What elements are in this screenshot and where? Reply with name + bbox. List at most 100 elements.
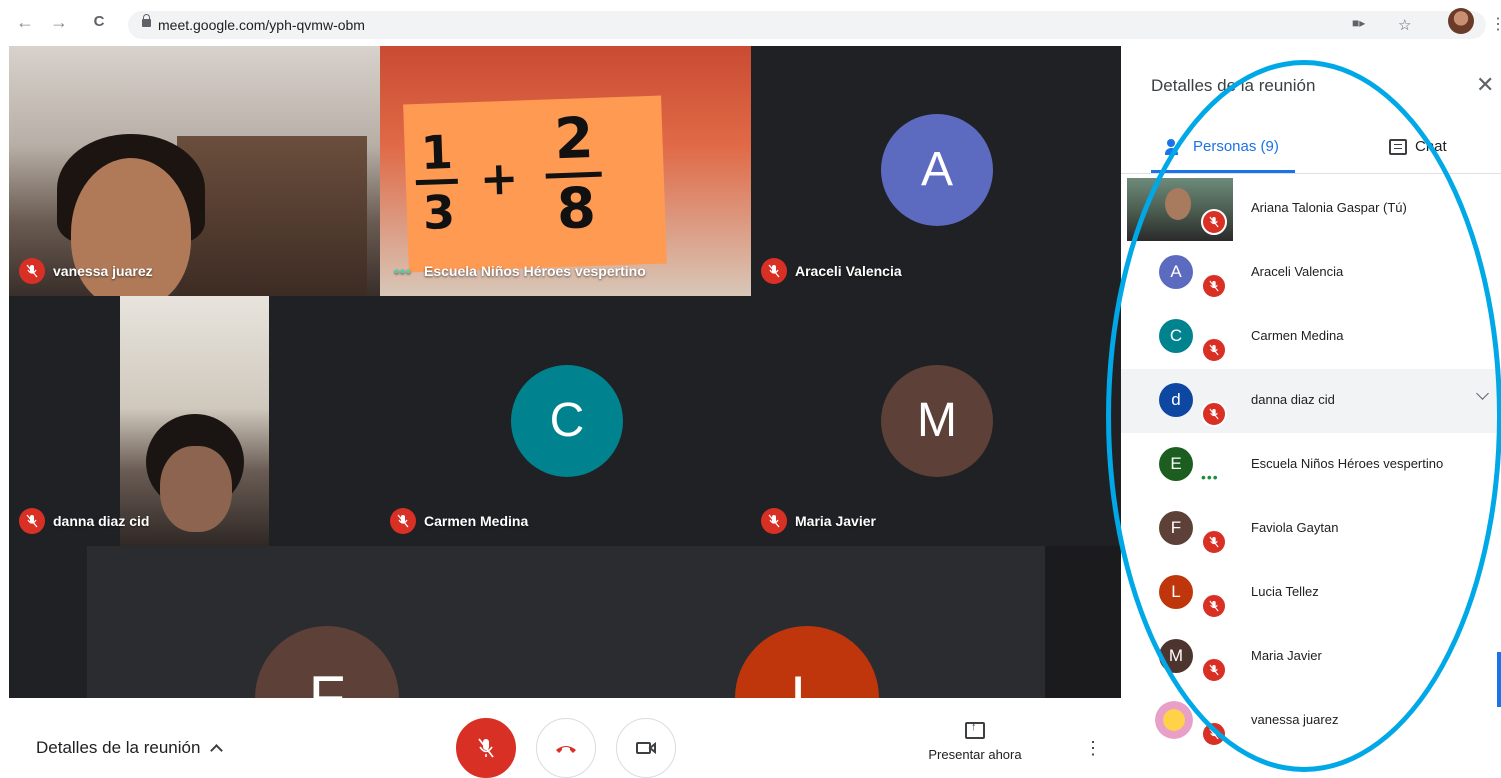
- participants-list: Ariana Talonia Gaspar (Tú) A Araceli Val…: [1121, 177, 1501, 753]
- panel-title: Detalles de la reunión: [1151, 76, 1316, 95]
- mic-off-icon: [390, 508, 416, 534]
- participant-name-tag: Araceli Valencia: [761, 258, 902, 284]
- tab-divider: [1121, 173, 1501, 174]
- camera-icon[interactable]: ■▸: [1352, 16, 1365, 30]
- mic-off-icon: [19, 258, 45, 284]
- url-text: meet.google.com/yph-qvmw-obm: [158, 17, 365, 33]
- back-icon[interactable]: ←: [14, 11, 36, 33]
- participant-name: Araceli Valencia: [795, 263, 902, 279]
- participant-avatar: L: [735, 626, 879, 698]
- meeting-details-panel: Detalles de la reunión ✕ Personas (9) Ch…: [1121, 46, 1501, 776]
- participant-row[interactable]: A Araceli Valencia: [1121, 241, 1501, 305]
- participant-avatar: M: [1159, 639, 1193, 673]
- participant-avatar: M: [881, 365, 993, 477]
- present-screen-icon: [965, 721, 985, 739]
- participant-avatar: F: [255, 626, 399, 698]
- video-person: [1165, 188, 1191, 220]
- participant-row[interactable]: vanessa juarez: [1121, 689, 1501, 753]
- lock-icon: [142, 14, 151, 29]
- video-background: [177, 136, 367, 296]
- mic-off-icon: [1201, 209, 1227, 235]
- participant-name-tag: Carmen Medina: [390, 508, 528, 534]
- participant-name: Escuela Niños Héroes vespertino: [424, 263, 646, 279]
- meeting-controls-bar: Detalles de la reunión Presentar ahora ⋮: [0, 698, 1121, 778]
- fraction-denominator: 3: [421, 184, 456, 240]
- video-grid: vanessa juarez 1 3 + 2 8 ••• Escuela Niñ…: [9, 46, 1121, 698]
- fraction-denominator: 8: [555, 175, 597, 243]
- meeting-details-label: Detalles de la reunión: [36, 738, 201, 757]
- profile-avatar[interactable]: [1448, 8, 1474, 34]
- participant-tile[interactable]: danna diaz cid: [9, 296, 380, 546]
- browser-toolbar: ← → C meet.google.com/yph-qvmw-obm ■▸ ☆ …: [0, 0, 1501, 50]
- chevron-down-icon[interactable]: [1476, 387, 1489, 400]
- more-options-icon[interactable]: ⋮: [1084, 738, 1102, 759]
- participant-name: Ariana Talonia Gaspar (Tú): [1251, 200, 1407, 215]
- present-now-label: Presentar ahora: [928, 747, 1022, 762]
- participant-tile[interactable]: C Carmen Medina: [380, 296, 751, 546]
- participant-avatar: L: [1159, 575, 1193, 609]
- participant-row[interactable]: F Faviola Gaytan: [1121, 497, 1501, 561]
- mic-off-icon: [1201, 721, 1227, 747]
- participant-name-tag: Maria Javier: [761, 508, 876, 534]
- mic-off-icon: [1201, 401, 1227, 427]
- participant-avatar: d: [1159, 383, 1193, 417]
- unmute-mic-button[interactable]: [456, 718, 516, 778]
- participant-avatar: C: [511, 365, 623, 477]
- tab-people-label: Personas (9): [1193, 138, 1279, 155]
- participant-name: Maria Javier: [795, 513, 876, 529]
- mic-off-icon: [1201, 593, 1227, 619]
- participant-tile-row[interactable]: F L: [87, 546, 1045, 698]
- participant-tile[interactable]: A Araceli Valencia: [751, 46, 1121, 296]
- participant-tile[interactable]: 1 3 + 2 8 ••• Escuela Niños Héroes vespe…: [380, 46, 751, 296]
- participant-avatar: E: [1159, 447, 1193, 481]
- present-now-button[interactable]: Presentar ahora: [920, 721, 1030, 762]
- mic-off-icon: [1201, 337, 1227, 363]
- participant-name: Maria Javier: [1251, 648, 1322, 663]
- bookmark-star-icon[interactable]: ☆: [1398, 16, 1411, 34]
- chat-icon: [1389, 138, 1407, 155]
- participant-name: Carmen Medina: [1251, 328, 1344, 343]
- participant-name-tag: vanessa juarez: [19, 258, 153, 284]
- participant-name: Araceli Valencia: [1251, 264, 1344, 279]
- participant-row[interactable]: d danna diaz cid: [1121, 369, 1501, 433]
- address-bar[interactable]: meet.google.com/yph-qvmw-obm ■▸ ☆: [128, 11, 1486, 39]
- close-icon[interactable]: ✕: [1476, 72, 1494, 98]
- tab-people[interactable]: Personas (9): [1165, 138, 1279, 155]
- tab-chat-label: Chat: [1415, 138, 1447, 155]
- participant-row[interactable]: E ••• Escuela Niños Héroes vespertino: [1121, 433, 1501, 497]
- tile-gap: [1045, 546, 1121, 698]
- mic-off-icon: [19, 508, 45, 534]
- participant-avatar: A: [881, 114, 993, 226]
- participant-row[interactable]: C Carmen Medina: [1121, 305, 1501, 369]
- participant-name: vanessa juarez: [53, 263, 153, 279]
- participant-name: danna diaz cid: [53, 513, 150, 529]
- speaking-indicator-icon: •••: [1201, 469, 1219, 485]
- participant-tile[interactable]: M Maria Javier: [751, 296, 1121, 546]
- chevron-up-icon: [210, 744, 224, 757]
- participant-name: Faviola Gaytan: [1251, 520, 1339, 535]
- tab-chat[interactable]: Chat: [1389, 138, 1447, 155]
- participant-name: Escuela Niños Héroes vespertino: [1251, 456, 1444, 471]
- participant-row[interactable]: Ariana Talonia Gaspar (Tú): [1121, 177, 1501, 241]
- video-person: [160, 446, 232, 532]
- participant-avatar: C: [1159, 319, 1193, 353]
- tile-gap: [9, 546, 87, 698]
- participant-name: Lucia Tellez: [1251, 584, 1319, 599]
- participant-avatar: F: [1159, 511, 1193, 545]
- forward-icon[interactable]: →: [48, 11, 70, 33]
- fraction-numerator: 1: [419, 124, 454, 180]
- meeting-details-toggle[interactable]: Detalles de la reunión: [36, 738, 224, 758]
- camera-toggle-button[interactable]: [616, 718, 676, 778]
- participant-tile[interactable]: vanessa juarez: [9, 46, 380, 296]
- scrollbar-indicator[interactable]: [1497, 652, 1501, 707]
- participant-avatar: A: [1159, 255, 1193, 289]
- mic-off-icon: [761, 258, 787, 284]
- browser-menu-icon[interactable]: ⋮: [1490, 14, 1501, 34]
- participant-row[interactable]: M Maria Javier: [1121, 625, 1501, 689]
- mic-off-icon: [1201, 529, 1227, 555]
- mic-off-icon: [1201, 273, 1227, 299]
- participant-row[interactable]: L Lucia Tellez: [1121, 561, 1501, 625]
- reload-icon[interactable]: C: [88, 11, 110, 33]
- leave-call-button[interactable]: [536, 718, 596, 778]
- math-card: 1 3 + 2 8: [403, 95, 667, 273]
